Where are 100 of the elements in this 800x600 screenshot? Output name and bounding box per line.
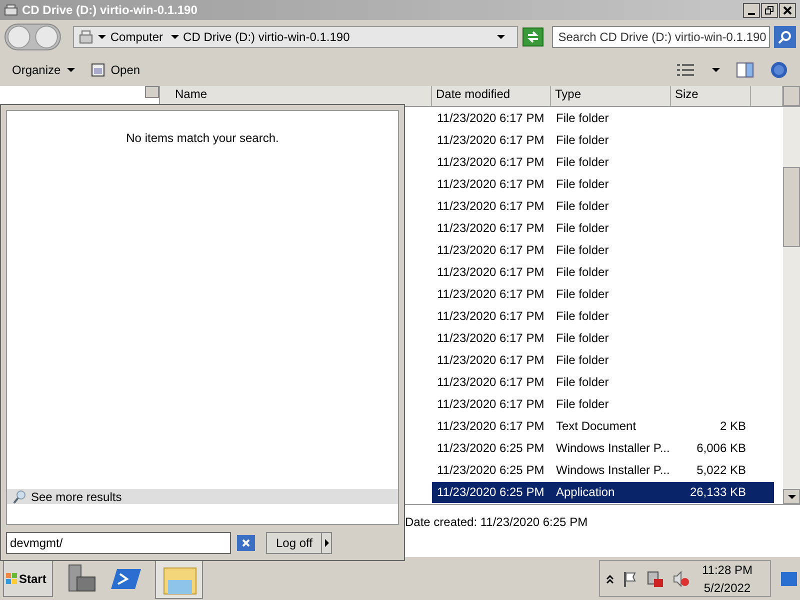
table-cell-text: File folder bbox=[555, 220, 610, 237]
log-off-button[interactable]: Log off bbox=[267, 532, 322, 552]
minimize-button[interactable] bbox=[743, 2, 760, 18]
table-cell-text: 11/23/2020 6:17 PM bbox=[436, 374, 546, 391]
table-cell-text: File folder bbox=[555, 154, 610, 171]
dropdown-icon[interactable] bbox=[712, 68, 720, 72]
folder-icon[interactable] bbox=[155, 558, 203, 598]
table-cell-text: File folder bbox=[555, 396, 610, 413]
table-cell-text: File folder bbox=[555, 308, 610, 325]
file-row[interactable]: 11/23/2020 6:17 PM Text Document 2 KB bbox=[432, 416, 774, 436]
table-cell-text: File folder bbox=[555, 330, 610, 347]
search-input-field[interactable]: devmgmt/ bbox=[6, 532, 231, 554]
table-cell-text: 11/23/2020 6:25 PM bbox=[436, 440, 546, 457]
table-cell-text: 11/23/2020 6:17 PM bbox=[436, 264, 546, 281]
restore-icon bbox=[765, 6, 774, 14]
file-row[interactable]: 11/23/2020 6:17 PM File folder bbox=[432, 394, 774, 414]
table-cell-text: 11/23/2020 6:17 PM bbox=[436, 132, 546, 149]
table-cell-text: 11/23/2020 6:17 PM bbox=[436, 110, 546, 127]
scrollbar[interactable] bbox=[783, 107, 800, 504]
clock[interactable]: 11:28 PM 5/2/2022 bbox=[702, 560, 752, 596]
address-bar[interactable]: Computer CD Drive (D:) virtio-win-0.1.190 bbox=[73, 26, 518, 48]
breadcrumb[interactable]: Computer bbox=[110, 28, 164, 46]
file-row[interactable]: 11/23/2020 6:17 PM File folder bbox=[432, 130, 774, 150]
table-cell-text: File folder bbox=[555, 374, 610, 391]
table-cell-text: File folder bbox=[555, 110, 610, 127]
shutdown-options-button[interactable] bbox=[321, 532, 332, 552]
scroll-thumb[interactable] bbox=[783, 167, 800, 247]
table-cell-text: 11/23/2020 6:17 PM bbox=[436, 396, 546, 413]
table-cell-text: File folder bbox=[555, 352, 610, 369]
drive-icon bbox=[4, 4, 18, 16]
close-icon bbox=[242, 538, 250, 546]
dropdown-icon[interactable] bbox=[171, 35, 180, 39]
table-cell-text: File folder bbox=[555, 264, 610, 281]
file-row[interactable]: 11/23/2020 6:17 PM File folder bbox=[432, 174, 774, 194]
table-cell-text: 11/23/2020 6:17 PM bbox=[436, 330, 546, 347]
table-cell-text: 2 KB bbox=[718, 418, 747, 435]
restore-button[interactable] bbox=[761, 2, 778, 18]
table-cell-text: 11/23/2020 6:17 PM bbox=[436, 154, 546, 171]
chevron-icon[interactable] bbox=[606, 574, 614, 584]
table-cell-text: 11/23/2020 6:17 PM bbox=[436, 176, 546, 193]
table-cell-text: Windows Installer P... bbox=[555, 440, 671, 457]
flag-icon[interactable] bbox=[622, 570, 638, 588]
search-icon[interactable] bbox=[774, 26, 796, 48]
column-header[interactable]: Size bbox=[671, 86, 751, 106]
table-cell-text: 11/23/2020 6:25 PM bbox=[436, 462, 546, 479]
table-cell-text: 11/23/2020 6:17 PM bbox=[436, 242, 546, 259]
volume-muted-icon[interactable] bbox=[672, 570, 690, 588]
file-row[interactable]: 11/23/2020 6:17 PM File folder bbox=[432, 196, 774, 216]
back-forward-buttons[interactable] bbox=[4, 23, 62, 51]
close-button[interactable] bbox=[779, 2, 796, 18]
column-header[interactable]: Type bbox=[551, 86, 671, 106]
file-row[interactable]: 11/23/2020 6:17 PM File folder bbox=[432, 108, 774, 128]
search-field[interactable]: Search CD Drive (D:) virtio-win-0.1.190 bbox=[552, 26, 770, 48]
window-title: CD Drive (D:) virtio-win-0.1.190 bbox=[22, 2, 198, 19]
breadcrumb[interactable]: CD Drive (D:) virtio-win-0.1.190 bbox=[183, 28, 350, 46]
file-row[interactable]: 11/23/2020 6:25 PM Windows Installer P... 6,006 KB bbox=[432, 438, 774, 458]
table-cell-text: 11/23/2020 6:17 PM bbox=[436, 220, 546, 237]
file-row[interactable]: 11/23/2020 6:17 PM File folder bbox=[432, 350, 774, 370]
no-results-message: No items match your search. bbox=[126, 130, 279, 147]
table-cell-text: File folder bbox=[555, 132, 610, 149]
file-row[interactable]: 11/23/2020 6:25 PM Windows Installer P... 5,022 KB bbox=[432, 460, 774, 480]
table-cell-text: 6,006 KB bbox=[696, 440, 747, 457]
search-icon bbox=[13, 490, 27, 504]
organize-menu[interactable]: Organize bbox=[12, 61, 75, 79]
view-options-icon[interactable] bbox=[676, 63, 696, 77]
date-created-text: Date created: 11/23/2020 6:25 PM bbox=[405, 515, 588, 529]
table-cell-text: Windows Installer P... bbox=[555, 462, 671, 479]
open-button[interactable]: Open bbox=[90, 61, 140, 79]
table-cell-text: Application bbox=[555, 484, 616, 501]
file-row[interactable]: 11/23/2020 6:17 PM File folder bbox=[432, 262, 774, 282]
preview-pane-icon[interactable] bbox=[736, 62, 754, 78]
file-row[interactable]: 11/23/2020 6:17 PM File folder bbox=[432, 284, 774, 304]
refresh-icon[interactable] bbox=[522, 27, 544, 47]
start-button[interactable]: Start bbox=[3, 560, 53, 597]
table-cell-text: 26,133 KB bbox=[688, 484, 747, 501]
dropdown-icon[interactable] bbox=[98, 35, 106, 39]
table-cell-text: File folder bbox=[555, 198, 610, 215]
table-cell-text: 11/23/2020 6:25 PM bbox=[436, 484, 546, 501]
scroll-down-button[interactable] bbox=[783, 489, 800, 504]
dropdown-icon[interactable] bbox=[497, 35, 506, 39]
table-cell-text: File folder bbox=[555, 286, 610, 303]
column-header[interactable]: Date modified bbox=[432, 86, 551, 106]
table-cell-text: File folder bbox=[555, 242, 610, 259]
table-cell-text: 11/23/2020 6:17 PM bbox=[436, 308, 546, 325]
file-row[interactable]: 11/23/2020 6:17 PM File folder bbox=[432, 218, 774, 238]
clear-search-button[interactable] bbox=[237, 534, 255, 550]
network-error-icon[interactable] bbox=[646, 570, 664, 588]
see-more-results-link[interactable]: See more results bbox=[7, 489, 398, 504]
file-row[interactable]: 11/23/2020 6:25 PM Application 26,133 KB bbox=[432, 482, 774, 502]
table-cell-text: 11/23/2020 6:17 PM bbox=[436, 286, 546, 303]
table-cell-text: 11/23/2020 6:17 PM bbox=[436, 198, 546, 215]
file-row[interactable]: 11/23/2020 6:17 PM File folder bbox=[432, 328, 774, 348]
table-cell-text: Text Document bbox=[555, 418, 638, 435]
file-row[interactable]: 11/23/2020 6:17 PM File folder bbox=[432, 372, 774, 392]
file-row[interactable]: 11/23/2020 6:17 PM File folder bbox=[432, 240, 774, 260]
file-row[interactable]: 11/23/2020 6:17 PM File folder bbox=[432, 152, 774, 172]
file-row[interactable]: 11/23/2020 6:17 PM File folder bbox=[432, 306, 774, 326]
windows-logo-icon bbox=[6, 572, 18, 584]
close-icon bbox=[783, 6, 792, 14]
drive-icon bbox=[78, 30, 94, 44]
